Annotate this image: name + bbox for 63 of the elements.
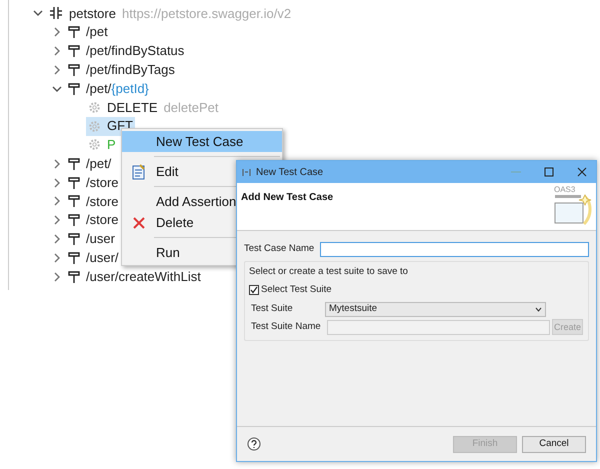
chevron-right-icon[interactable] (52, 46, 62, 56)
signpost-icon (68, 270, 80, 284)
chevron-right-icon[interactable] (52, 27, 62, 38)
path-label[interactable]: /store (86, 210, 119, 230)
window-title: New Test Case (256, 166, 324, 180)
chevron-right-icon[interactable] (52, 215, 62, 226)
maximize-icon[interactable] (544, 167, 554, 177)
chevron-right-icon[interactable] (52, 178, 62, 188)
signpost-icon (68, 250, 80, 265)
menu-item[interactable]: Delete (122, 212, 282, 233)
app-icon (242, 168, 251, 176)
project-name[interactable]: petstore (69, 4, 116, 24)
project-url: https://petstore.swagger.io/v2 (122, 4, 292, 23)
field-label: Test Suite Name (250, 320, 322, 334)
signpost-icon (68, 176, 80, 190)
checkbox-label[interactable]: Select Test Suite (261, 283, 332, 298)
test-suite-dropdown[interactable]: Mytestsuite (325, 302, 546, 317)
signpost-icon (68, 25, 80, 40)
gear-icon (88, 100, 101, 114)
signpost-icon (68, 62, 80, 77)
gear-icon (88, 120, 101, 133)
path-label[interactable]: /pet/findByTags (86, 60, 175, 80)
chevron-right-icon[interactable] (52, 234, 62, 244)
chevron-down-icon[interactable] (52, 84, 62, 94)
chevron-right-icon[interactable] (52, 64, 62, 75)
signpost-icon (68, 44, 80, 58)
path-label[interactable]: /pet/findByStatus (86, 41, 184, 61)
chevron-right-icon[interactable] (52, 272, 62, 282)
path-label[interactable]: /user/ (86, 248, 119, 268)
notepad-icon (132, 164, 146, 180)
path-label[interactable]: /store (86, 172, 119, 192)
chevron-right-icon[interactable] (52, 252, 62, 263)
chevron-down-icon (535, 306, 542, 312)
path-label[interactable]: /store (86, 192, 119, 212)
chevron-right-icon[interactable] (52, 158, 62, 169)
signpost-icon (68, 156, 80, 171)
signpost-icon (68, 82, 80, 96)
delete-icon (133, 216, 145, 228)
path-label[interactable]: /pet (86, 22, 108, 42)
field-label: Test Suite (250, 302, 294, 316)
signpost-icon (68, 194, 80, 208)
chevron-down-icon[interactable] (33, 8, 43, 18)
gear-icon (88, 138, 101, 152)
path-label[interactable]: /pet/{petId} (86, 78, 149, 98)
menu-item[interactable]: New Test Case (122, 131, 282, 152)
test-case-name-field[interactable] (320, 242, 589, 257)
signpost-icon (68, 213, 80, 228)
path-label[interactable]: /user (86, 229, 115, 249)
dialog-heading: Add New Test Case (241, 191, 334, 205)
operation-item[interactable]: DELETE deletePet (86, 98, 221, 117)
window-illustration-icon (554, 194, 592, 226)
oas-label: OAS3 (554, 186, 576, 194)
checkbox[interactable] (249, 285, 259, 296)
path-label[interactable]: /pet/ (86, 154, 112, 174)
help-icon[interactable] (247, 437, 261, 451)
close-icon[interactable] (577, 167, 587, 177)
signpost-icon (68, 232, 80, 246)
api-icon (49, 6, 63, 20)
chevron-right-icon[interactable] (52, 196, 62, 206)
dialog-button[interactable]: Cancel (522, 436, 586, 452)
group-caption: Select or create a test suite to save to (249, 265, 409, 279)
field-label: Test Case Name (244, 242, 314, 256)
path-label[interactable]: /user/createWithList (86, 266, 201, 286)
